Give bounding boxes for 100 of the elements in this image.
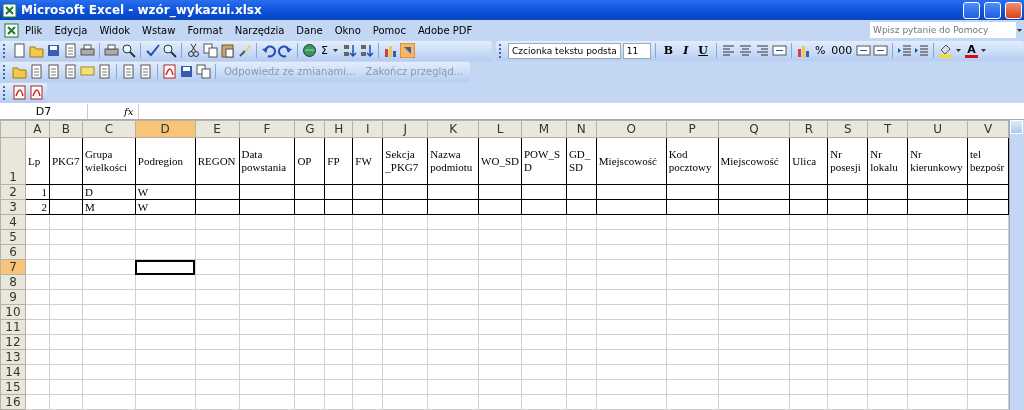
align-right-icon[interactable] [754,43,770,58]
menu-item[interactable]: Wstaw [136,24,182,36]
magnifier-icon[interactable] [121,43,136,58]
column-header[interactable]: J [382,120,428,138]
column-header[interactable]: S [827,120,868,138]
column-header[interactable]: R [789,120,828,138]
column-header[interactable]: U [907,120,968,138]
document-icon[interactable] [29,64,44,79]
undo-icon[interactable] [261,43,276,58]
active-cell[interactable] [135,259,196,275]
chart-icon[interactable] [795,43,811,58]
indent-icon[interactable] [914,43,930,58]
help-search-field[interactable]: Wpisz pytanie do Pomocy [870,22,1016,38]
menu-item[interactable]: Edycja [48,24,94,36]
cell-text: D [84,185,93,198]
column-header[interactable]: I [352,120,383,138]
pdf-icon[interactable] [29,85,44,100]
column-header[interactable]: M [521,120,567,138]
menu-item[interactable]: Narzędzia [228,24,291,36]
copy-icon[interactable] [196,64,211,79]
printer-icon[interactable] [80,43,95,58]
check-icon[interactable] [145,43,160,58]
document-icon[interactable] [63,43,78,58]
spreadsheet-icon [2,2,17,18]
align-center-icon[interactable] [737,43,753,58]
thousands-button[interactable]: 000 [829,44,855,57]
cell-text: Miejscowość [720,154,779,167]
pdf-icon[interactable] [162,64,177,79]
menu-item[interactable]: Adobe PDF [411,24,479,36]
close-button[interactable] [1005,1,1022,19]
cell-text: Miejscowość [598,154,657,167]
minimize-button[interactable] [963,1,980,19]
column-header[interactable]: V [967,120,1009,138]
sort-icon[interactable] [358,43,374,58]
column-header[interactable]: C [82,120,136,138]
column-header[interactable]: B [49,120,83,138]
column-header[interactable]: L [478,120,522,138]
document-icon[interactable] [138,64,153,79]
menu-item[interactable]: Okno [328,24,367,36]
column-header[interactable]: Q [718,120,790,138]
bold-button[interactable]: B [659,44,678,57]
cell-text: PKG7 [51,154,80,167]
indent-icon[interactable] [897,43,913,58]
save-icon[interactable] [46,43,61,58]
new-document-icon[interactable] [12,43,27,58]
menu-item[interactable]: Plik [19,24,49,36]
drawing-icon[interactable] [399,43,415,58]
spreadsheet-icon[interactable] [4,22,19,38]
underline-button[interactable]: U [694,44,712,57]
column-header[interactable]: H [324,120,353,138]
font-color-button[interactable]: A [965,43,978,58]
redo-icon[interactable] [278,43,293,58]
magnifier-icon[interactable] [162,43,177,58]
column-header[interactable]: O [596,120,667,138]
name-box[interactable]: D7 [0,103,88,119]
scissors-icon[interactable] [186,43,201,58]
clipboard-icon[interactable] [220,43,235,58]
cell-text: Sekcja _PKG7 [385,148,419,173]
column-header[interactable]: G [294,120,325,138]
document-icon[interactable] [97,64,112,79]
brush-icon[interactable] [237,43,252,58]
menu-item[interactable]: Format [181,24,229,36]
copy-icon[interactable] [203,43,218,58]
cell-text: WO_SD [481,154,519,167]
cell-text: OP [297,154,312,167]
column-header[interactable]: F [239,120,295,138]
save-icon[interactable] [179,64,194,79]
maximize-button[interactable] [984,1,1001,19]
sort-icon[interactable] [341,43,357,58]
vertical-scrollbar[interactable] [1009,120,1024,410]
document-icon[interactable] [46,64,61,79]
menu-item[interactable]: Dane [290,24,329,36]
column-header[interactable]: K [427,120,479,138]
row-header[interactable]: 1 [0,137,26,185]
cell-text: Ulica [792,154,817,167]
italic-button[interactable]: I [679,44,693,57]
menu-item[interactable]: Widok [93,24,137,36]
column-header[interactable]: T [867,120,908,138]
cell-text: Grupa wielkości [84,148,128,173]
autosum-button[interactable]: Σ [319,44,330,57]
column-header[interactable]: N [566,120,597,138]
font-size-field[interactable]: 11 [622,42,651,59]
cell-text: Lp [28,154,41,167]
column-header[interactable]: A [25,120,50,138]
font-name-field[interactable]: Czcionka tekstu podsta [508,42,621,59]
document-icon[interactable] [121,64,136,79]
cell-text: tel bezpośr [970,148,1005,173]
pdf-icon[interactable] [12,85,27,100]
column-header[interactable]: D [135,120,196,138]
column-header[interactable]: P [666,120,719,138]
cell-text: W [137,200,149,213]
fill-color-icon[interactable] [938,43,954,58]
insert-function-button[interactable]: fx [124,105,138,117]
align-left-icon[interactable] [720,43,736,58]
printer-icon[interactable] [104,43,119,58]
document-icon[interactable] [63,64,78,79]
menu-item[interactable]: Pomoc [366,24,412,36]
column-header[interactable]: E [195,120,240,138]
chart-icon[interactable] [382,43,398,58]
percent-button[interactable]: % [812,44,828,57]
